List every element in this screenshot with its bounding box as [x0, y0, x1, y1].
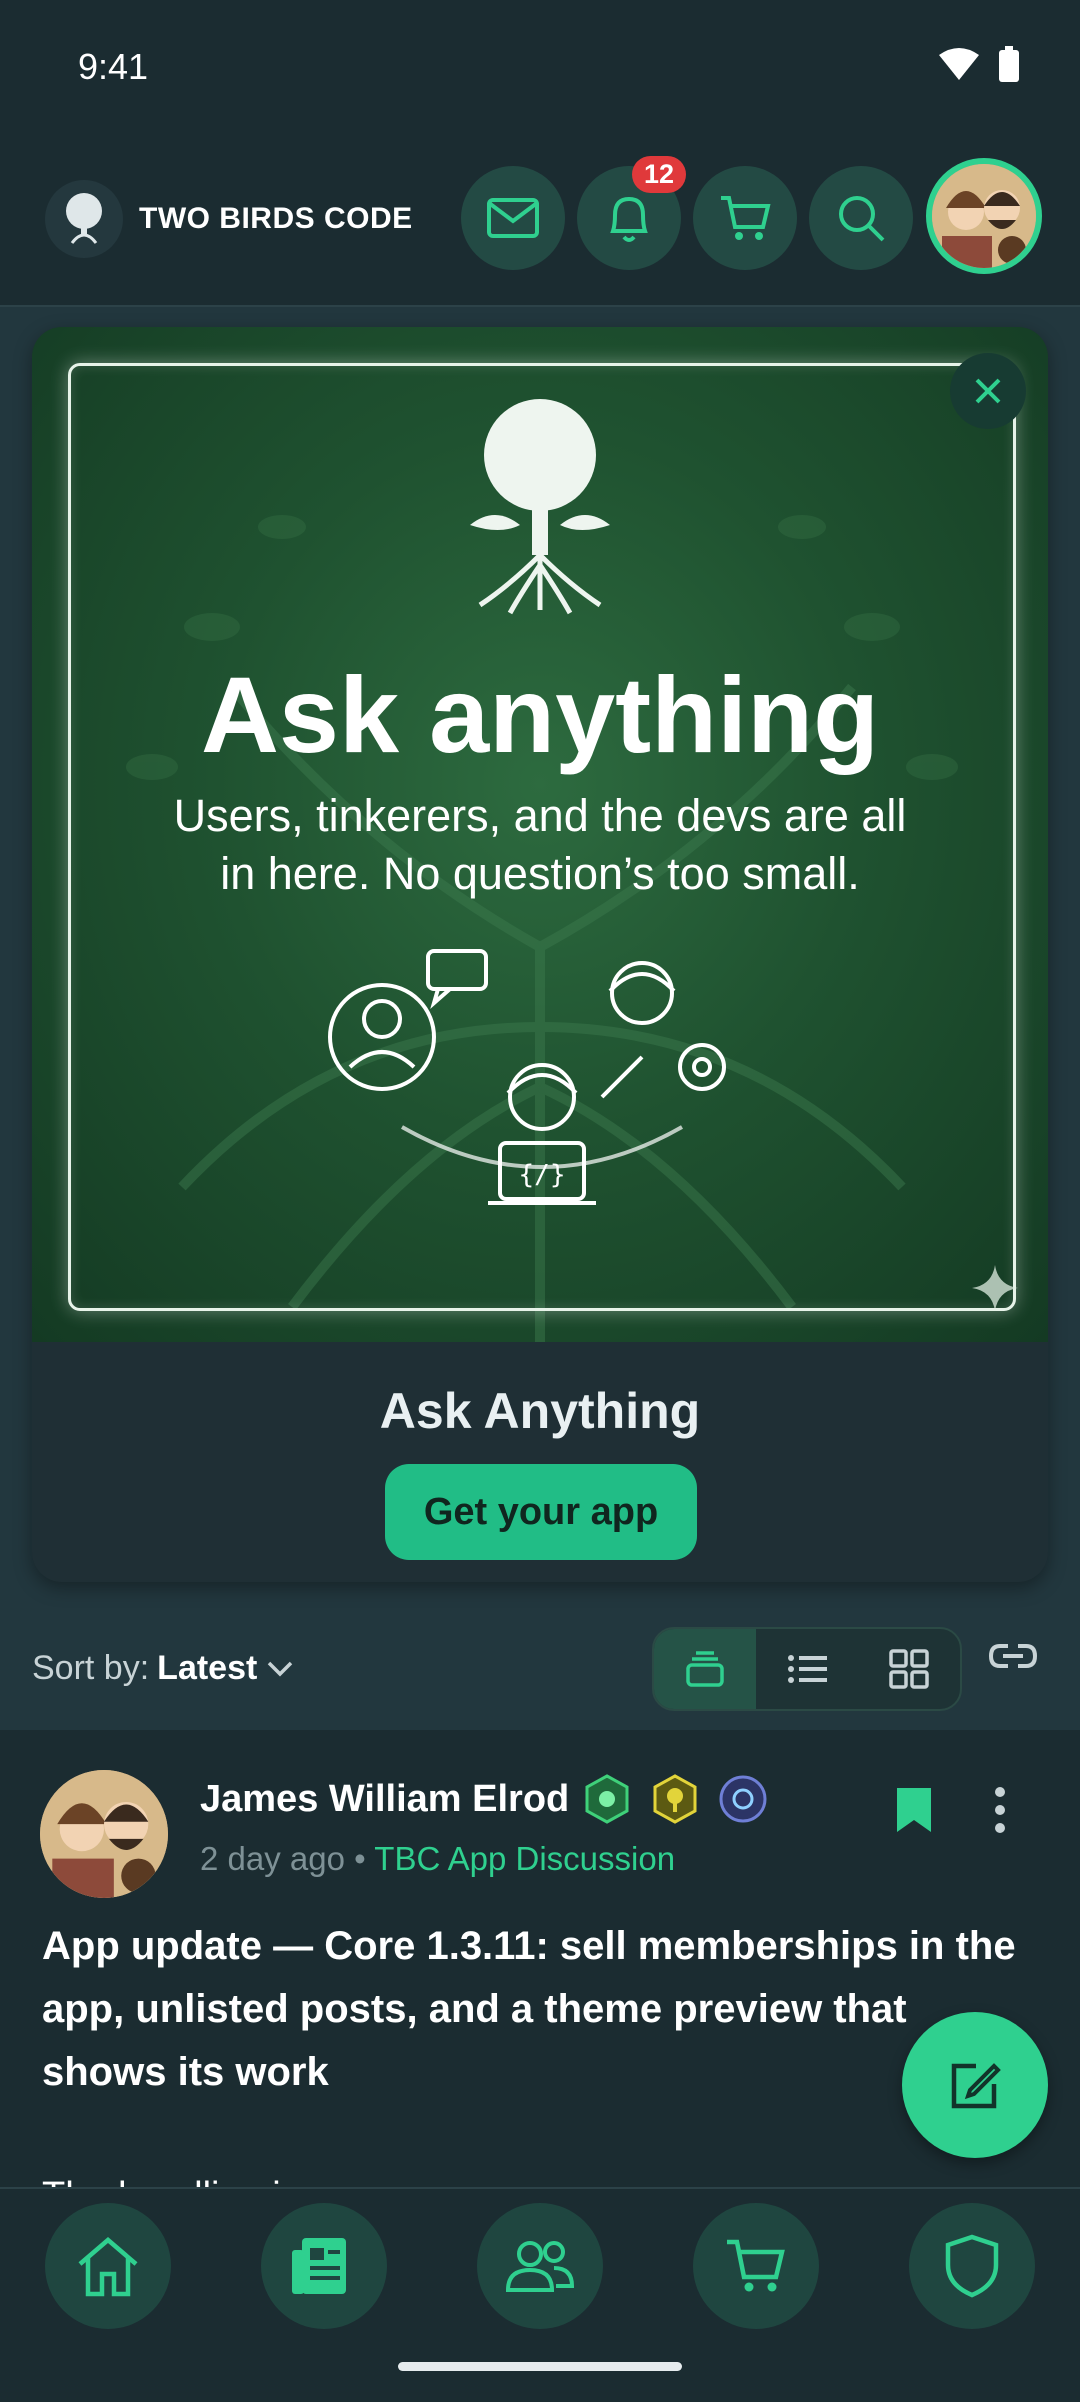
sort-label: Sort by:	[32, 1649, 150, 1687]
post-excerpt: The headline is ...	[42, 2175, 342, 2187]
view-mode-toggle	[652, 1627, 962, 1711]
bookmark-button[interactable]	[895, 1786, 933, 1839]
post-time: 2 day ago	[200, 1840, 345, 1877]
cards-icon	[686, 1651, 724, 1687]
meta-separator: •	[354, 1840, 366, 1877]
sort-value: Latest	[157, 1649, 258, 1687]
code-glyph: {/}	[519, 1160, 566, 1190]
tree-logo-icon	[45, 180, 123, 258]
compose-icon	[951, 2063, 1001, 2109]
battery-icon	[999, 46, 1019, 82]
close-promo-button[interactable]	[950, 353, 1026, 429]
grid-icon	[889, 1649, 929, 1689]
post-menu-button[interactable]	[990, 1786, 1010, 1839]
brand[interactable]: TWO BIRDS CODE	[45, 180, 413, 258]
grid-view-button[interactable]	[858, 1629, 960, 1709]
post-title[interactable]: App update — Core 1.3.11: sell membershi…	[42, 1915, 1042, 2104]
link-icon	[988, 1644, 1038, 1668]
cart-icon	[727, 2239, 785, 2292]
status-bar: 9:41	[0, 0, 1080, 140]
nav-security[interactable]	[909, 2203, 1035, 2329]
brand-name: TWO BIRDS CODE	[139, 202, 413, 235]
bookmark-icon	[897, 1788, 931, 1832]
home-icon	[78, 2237, 138, 2297]
author-name[interactable]: James William Elrod	[200, 1778, 569, 1821]
get-app-button[interactable]: Get your app	[385, 1464, 697, 1560]
nav-home[interactable]	[45, 2203, 171, 2329]
promo-hero-image: Ask anything Users, tinkerers, and the d…	[32, 327, 1048, 1342]
shield-icon	[945, 2234, 999, 2298]
mail-icon	[487, 198, 539, 238]
author-avatar[interactable]	[40, 1770, 168, 1898]
sort-dropdown[interactable]: Sort by: Latest	[32, 1649, 295, 1688]
compose-button[interactable]	[902, 2012, 1048, 2158]
more-vertical-icon	[995, 1787, 1005, 1833]
community-illustration-icon: {/}	[328, 949, 726, 1205]
news-icon	[292, 2238, 346, 2294]
cart-button[interactable]	[693, 166, 797, 270]
profile-avatar[interactable]	[926, 158, 1042, 274]
post-meta: 2 day ago • TBC App Discussion	[200, 1840, 675, 1878]
green-hex-badge-icon	[585, 1774, 629, 1824]
wifi-icon	[939, 48, 979, 80]
home-indicator[interactable]	[398, 2362, 682, 2371]
copy-link-button[interactable]	[988, 1641, 1038, 1676]
post-category-link[interactable]: TBC App Discussion	[374, 1840, 675, 1877]
hero-title: Ask anything	[200, 654, 880, 775]
nav-community[interactable]	[477, 2203, 603, 2329]
people-icon	[505, 2241, 575, 2292]
feed-content[interactable]: Ask anything Users, tinkerers, and the d…	[0, 307, 1080, 2187]
search-button[interactable]	[809, 166, 913, 270]
nav-shop[interactable]	[693, 2203, 819, 2329]
author-badges	[582, 1774, 768, 1824]
list-icon	[788, 1655, 827, 1683]
messages-button[interactable]	[461, 166, 565, 270]
tree-birds-logo-icon	[470, 399, 610, 615]
list-view-button[interactable]	[756, 1629, 858, 1709]
purple-round-badge-icon	[719, 1775, 767, 1823]
notification-badge: 12	[632, 156, 687, 193]
status-icons	[938, 46, 1020, 82]
bell-icon	[610, 196, 648, 242]
gold-hex-badge-icon	[653, 1774, 697, 1824]
close-icon	[975, 378, 1001, 404]
cart-icon	[721, 196, 771, 240]
hero-subtitle: Users, tinkerers, and the devs are all i…	[173, 790, 907, 899]
search-icon	[839, 196, 885, 242]
nav-news[interactable]	[261, 2203, 387, 2329]
card-view-button[interactable]	[654, 1629, 756, 1709]
promo-card: Ask anything Users, tinkerers, and the d…	[32, 327, 1048, 1582]
chevron-down-icon	[268, 1661, 293, 1676]
sort-bar: Sort by: Latest	[0, 1617, 1080, 1727]
sparkle-icon	[972, 1265, 1018, 1311]
promo-title: Ask Anything	[379, 1383, 701, 1439]
status-time: 9:41	[78, 46, 149, 87]
app-header: TWO BIRDS CODE 12	[0, 140, 1080, 307]
